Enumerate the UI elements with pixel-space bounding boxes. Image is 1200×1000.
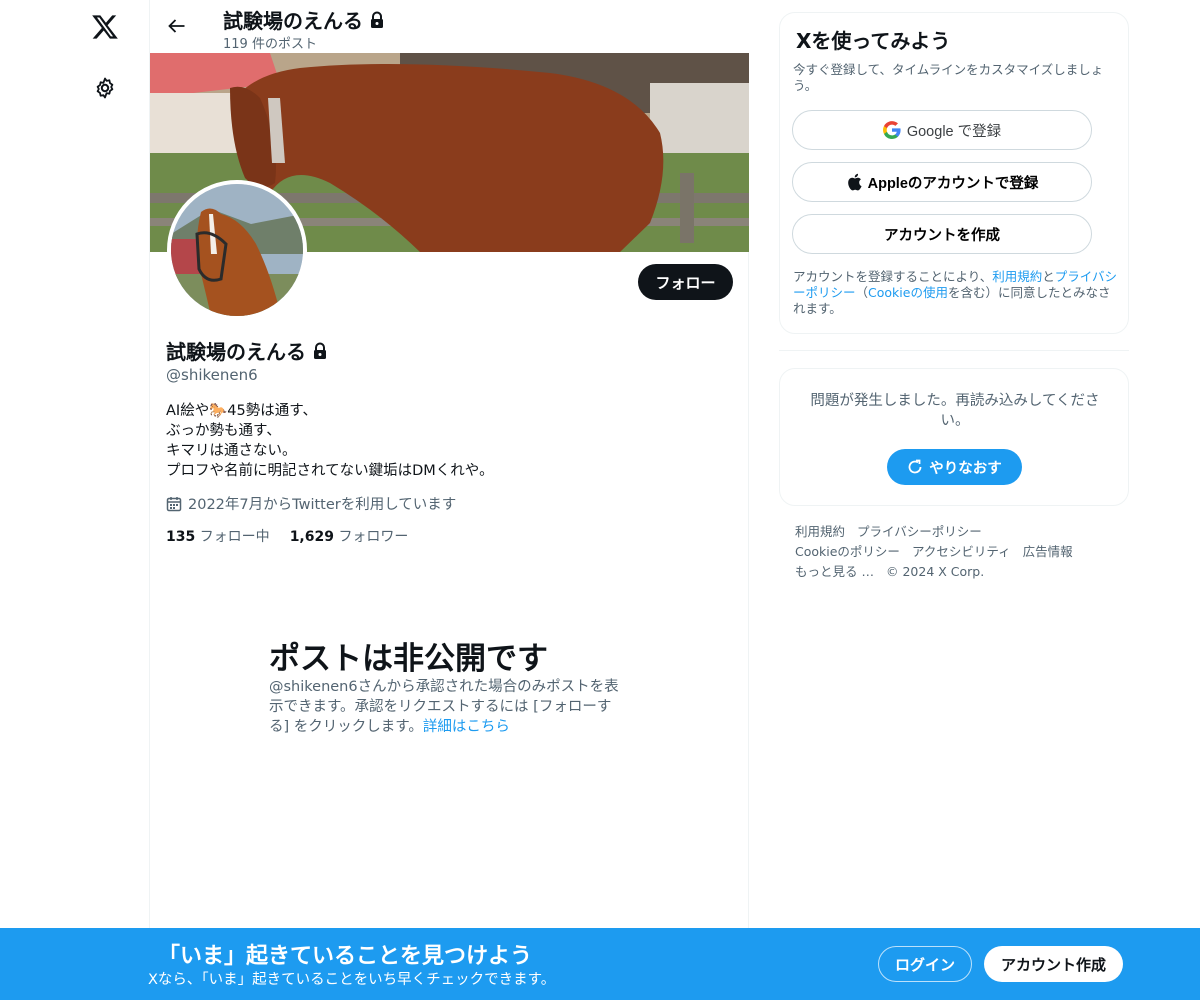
retry-label: やりなおす (929, 460, 1002, 477)
bio-line: AI絵や🐎45勢は通す、 (166, 403, 318, 419)
banner-subtitle: Xなら、「いま」起きていることをいち早くチェックできます。 (148, 972, 556, 988)
footer-link-ads[interactable]: 広告情報 (1023, 542, 1073, 562)
bio-line: プロフや名前に明記されてない鍵垢はDMくれや。 (166, 463, 494, 479)
avatar[interactable] (167, 180, 307, 320)
header-name: 試験場のえんる (223, 9, 363, 33)
joined-date: 2022年7月からTwitterを利用しています (166, 493, 456, 514)
followers-label: フォロワー (338, 529, 409, 545)
followers-count: 1,629 (289, 529, 334, 545)
profile-bio: AI絵や🐎45勢は通す、 ぶっか勢も通す、 キマリは通さない。 プロフや名前に明… (166, 401, 726, 481)
copyright: © 2024 X Corp. (885, 564, 985, 579)
cookie-link[interactable]: Cookieの使用 (868, 285, 948, 300)
profile-handle: @shikenen6 (166, 366, 258, 384)
following-count: 135 (166, 529, 196, 545)
lock-icon (371, 11, 383, 28)
gear-icon[interactable] (91, 74, 119, 102)
back-button[interactable] (163, 12, 191, 40)
signup-card: Xを使ってみよう 今すぐ登録して、タイムラインをカスタマイズしましょう。 Goo… (779, 12, 1129, 334)
signup-title: Xを使ってみよう (796, 29, 951, 53)
apple-signup-label: Appleのアカウントで登録 (867, 175, 1039, 192)
google-icon (882, 121, 901, 139)
header-title: 試験場のえんる (223, 5, 385, 34)
learn-more-link[interactable]: 詳細はこちら (423, 719, 510, 735)
terms-link[interactable]: 利用規約 (992, 269, 1042, 284)
arrow-left-icon (168, 19, 185, 33)
profile-name: 試験場のえんる (166, 336, 328, 365)
footer-link-terms[interactable]: 利用規約 (795, 522, 845, 542)
apple-icon (847, 173, 862, 191)
x-logo-icon[interactable] (88, 10, 122, 44)
signup-terms: アカウントを登録することにより、利用規約とプライバシーポリシー（Cookieの使… (793, 269, 1119, 317)
sidebar-divider (779, 350, 1129, 351)
bio-line: キマリは通さない。 (166, 443, 297, 459)
terms-text: と (1042, 269, 1055, 284)
error-card: 問題が発生しました。再読み込みしてください。 やりなおす (779, 368, 1129, 506)
footer-link-more[interactable]: もっと見る … (795, 562, 874, 582)
signup-subtitle: 今すぐ登録して、タイムラインをカスタマイズしましょう。 (793, 62, 1104, 93)
signup-banner: 「いま」起きていることを見つけよう Xなら、「いま」起きていることをいち早くチェ… (0, 928, 1200, 1000)
footer-link-accessibility[interactable]: アクセシビリティ (912, 542, 1011, 562)
bio-line: ぶっか勢も通す、 (166, 423, 281, 439)
private-title: ポストは非公開です (269, 641, 548, 677)
private-description: @shikenen6さんから承認された場合のみポストを表示できます。承認をリクエ… (269, 677, 631, 737)
create-account-button[interactable]: アカウントを作成 (792, 214, 1092, 254)
banner-title: 「いま」起きていることを見つけよう (158, 944, 533, 969)
login-button[interactable]: ログイン (878, 946, 972, 982)
profile-column: 試験場のえんる 119 件のポスト フォロー 試験場のえんる @shikenen… (149, 0, 749, 1000)
followers-link[interactable]: 1,629 フォロワー (290, 526, 409, 546)
error-message: 問題が発生しました。再読み込みしてください。 (810, 393, 1100, 429)
follow-stats: 135 フォロー中 1,629 フォロワー (166, 526, 408, 546)
terms-text: （ (855, 285, 869, 300)
follow-button[interactable]: フォロー (638, 264, 733, 300)
footer-links: 利用規約 プライバシーポリシー Cookieのポリシー アクセシビリティ 広告情… (795, 522, 1115, 582)
calendar-icon (166, 496, 182, 511)
terms-text: アカウントを登録することにより、 (793, 269, 993, 284)
google-signup-label: Google で登録 (906, 123, 1002, 140)
left-nav (0, 0, 150, 1000)
google-signup-button[interactable]: Google で登録 (792, 110, 1092, 150)
post-count: 119 件のポスト (223, 37, 317, 52)
signup-button[interactable]: アカウント作成 (984, 946, 1123, 982)
profile-header-bar: 試験場のえんる 119 件のポスト (150, 0, 749, 53)
apple-signup-button[interactable]: Appleのアカウントで登録 (792, 162, 1092, 202)
refresh-icon (908, 459, 922, 474)
retry-button[interactable]: やりなおす (887, 449, 1022, 485)
joined-text: 2022年7月からTwitterを利用しています (188, 497, 457, 513)
footer-link-privacy[interactable]: プライバシーポリシー (857, 522, 982, 542)
profile-name-text: 試験場のえんる (166, 340, 306, 364)
footer-link-cookies[interactable]: Cookieのポリシー (795, 542, 900, 562)
following-label: フォロー中 (199, 529, 270, 545)
following-link[interactable]: 135 フォロー中 (166, 526, 270, 546)
lock-icon (314, 342, 326, 359)
